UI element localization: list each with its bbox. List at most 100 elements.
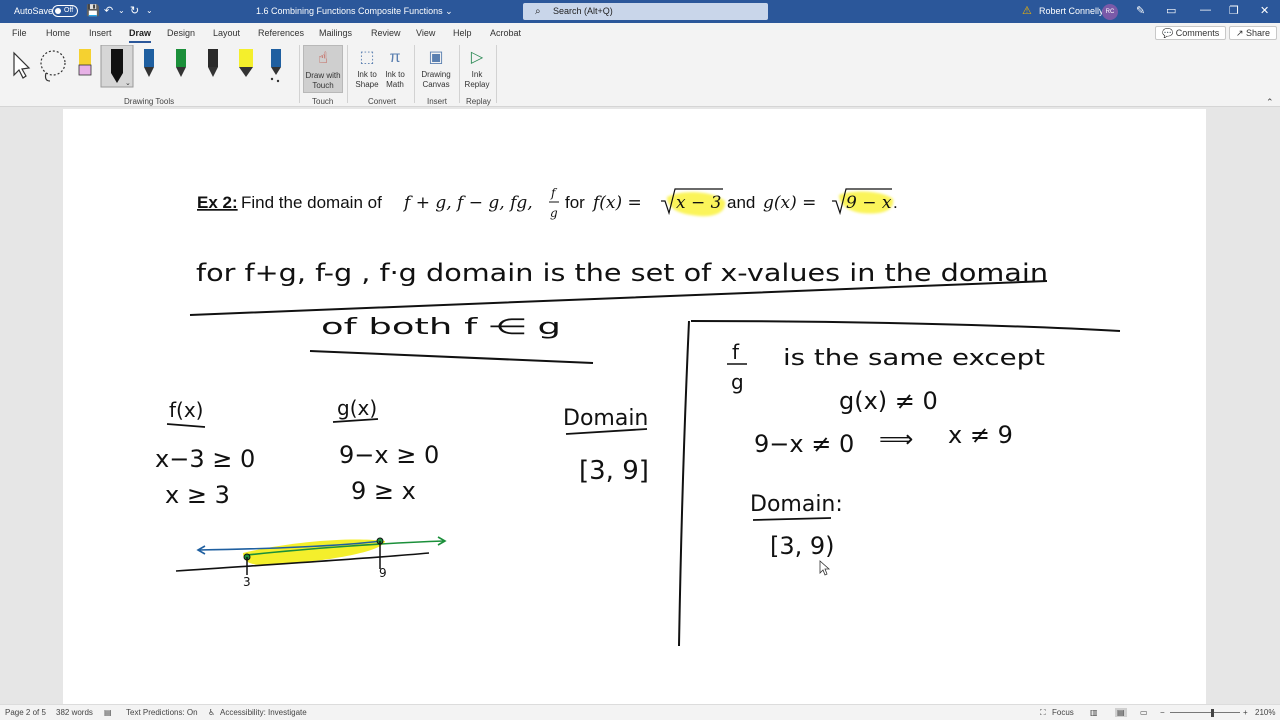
operations-list: f + g, f − g, fg, — [402, 193, 533, 213]
group-convert: Convert — [368, 97, 397, 106]
autosave-label: AutoSave — [14, 6, 54, 16]
undo-dropdown-icon[interactable]: ⌄ — [118, 6, 125, 15]
handwriting-line-1: for f+g, f-g , f·g domain is the set of … — [196, 259, 1048, 287]
web-layout-icon[interactable]: ▭ — [1140, 708, 1148, 717]
proofing-icon[interactable]: ▤ — [104, 708, 112, 717]
ink-replay-button[interactable]: ▷ Ink Replay — [461, 45, 493, 90]
select-icon — [13, 51, 31, 79]
g-radicand: 9 − x — [846, 193, 892, 213]
number-line-tick-9: 9 — [379, 566, 387, 580]
share-button[interactable]: ↗ Share — [1229, 26, 1278, 40]
focus-mode[interactable]: Focus — [1052, 708, 1074, 717]
and-word: and — [727, 193, 755, 212]
tab-draw[interactable]: Draw — [129, 28, 152, 43]
example-label: Ex 2: — [197, 193, 238, 212]
gx-label: g(x) — [337, 396, 377, 420]
canvas-icon: ▣ — [428, 49, 444, 66]
print-layout-icon[interactable]: ▤ — [1115, 708, 1127, 717]
tab-references[interactable]: References — [258, 28, 304, 38]
group-touch: Touch — [312, 97, 334, 106]
separator — [347, 45, 348, 103]
eraser-pen-icon — [78, 49, 92, 76]
drawing-canvas-button[interactable]: ▣ Drawing Canvas — [416, 45, 456, 90]
autosave-toggle[interactable]: Off — [52, 5, 78, 17]
action-pen-icon — [270, 49, 281, 83]
accessibility-icon[interactable]: ♿ — [208, 708, 215, 717]
quotient-numerator: f — [550, 186, 558, 200]
focus-icon[interactable]: ⛶ — [1040, 708, 1046, 718]
status-bar: Page 2 of 5 382 words ▤ Text Predictions… — [0, 704, 1280, 720]
top-divider — [690, 320, 1121, 332]
drawing-tools-gallery[interactable]: ⌄ — [6, 45, 306, 89]
comments-button[interactable]: 💬 Comments — [1155, 26, 1227, 40]
document-title[interactable]: 1.6 Combining Functions Composite Functi… — [256, 6, 453, 17]
domain2-value: [3, 9) — [770, 532, 835, 560]
user-name[interactable]: Robert Connelly — [1039, 6, 1104, 16]
document-page[interactable]: Ex 2: Find the domain of f + g, f − g, f… — [63, 109, 1206, 704]
fg-numerator: f — [732, 340, 740, 364]
page-count[interactable]: Page 2 of 5 — [5, 708, 46, 717]
fx-inequality-2: x ≥ 3 — [165, 481, 230, 509]
tab-mailings[interactable]: Mailings — [319, 28, 352, 38]
fx-label: f(x) — [169, 398, 203, 422]
underline-2 — [309, 350, 594, 364]
same-except-text: is the same except — [783, 346, 1045, 371]
separator — [496, 45, 497, 103]
replay-icon: ▷ — [470, 49, 484, 66]
undo-icon[interactable]: ↶ — [104, 4, 113, 17]
minimize-icon[interactable]: — — [1200, 4, 1211, 16]
ribbon-tabs: File Home Insert Draw Design Layout Refe… — [0, 23, 1280, 43]
search-icon: ⌕ — [535, 6, 541, 17]
redo-icon[interactable]: ↻ — [130, 4, 139, 17]
text-predictions[interactable]: Text Predictions: On — [126, 708, 198, 717]
group-insert: Insert — [427, 97, 448, 106]
zoom-slider-thumb[interactable] — [1211, 709, 1214, 717]
read-mode-icon[interactable]: ▥ — [1090, 708, 1098, 717]
zoom-level[interactable]: 210% — [1255, 708, 1275, 717]
fx-inequality-1: x−3 ≥ 0 — [155, 445, 255, 473]
zoom-slider[interactable] — [1170, 712, 1240, 713]
avatar[interactable]: RC — [1102, 4, 1118, 20]
f-radicand: x − 3 — [676, 193, 721, 213]
highlighter-icon — [239, 49, 253, 77]
fg-denominator: g — [731, 370, 744, 394]
separator — [414, 45, 415, 103]
tab-file[interactable]: File — [12, 28, 27, 38]
customize-qat-icon[interactable]: ⌄ — [146, 6, 153, 15]
ink-to-math-button[interactable]: π Ink to Math — [378, 45, 412, 90]
warning-icon[interactable]: ⚠ — [1022, 4, 1032, 17]
domain-value: [3, 9] — [579, 456, 649, 486]
restore-icon[interactable]: ❐ — [1229, 4, 1239, 17]
zoom-in-icon[interactable]: + — [1243, 708, 1248, 717]
save-icon[interactable]: 💾 — [86, 4, 100, 17]
draw-with-touch-button[interactable]: ☝ Draw with Touch — [303, 45, 343, 93]
tab-help[interactable]: Help — [453, 28, 472, 38]
tab-layout[interactable]: Layout — [213, 28, 240, 38]
gx-inequality-2: 9 ≥ x — [351, 477, 416, 505]
tab-review[interactable]: Review — [371, 28, 401, 38]
close-icon[interactable]: ✕ — [1260, 4, 1269, 17]
tab-view[interactable]: View — [416, 28, 435, 38]
tab-insert[interactable]: Insert — [89, 28, 112, 38]
collapse-ribbon-icon[interactable]: ⌃ — [1266, 97, 1274, 108]
green-pen-icon — [176, 49, 186, 77]
math-icon: π — [389, 49, 401, 66]
word-count[interactable]: 382 words — [56, 708, 93, 717]
tab-design[interactable]: Design — [167, 28, 195, 38]
tab-acrobat[interactable]: Acrobat — [490, 28, 521, 38]
zoom-out-icon[interactable]: − — [1160, 708, 1165, 717]
search-box[interactable]: ⌕ Search (Alt+Q) — [523, 3, 768, 20]
for-word: for — [565, 193, 585, 212]
svg-text:⌄: ⌄ — [125, 80, 131, 87]
separator — [299, 45, 300, 103]
tab-home[interactable]: Home — [46, 28, 70, 38]
gx-inequality-1: 9−x ≥ 0 — [339, 441, 439, 469]
touch-icon: ☝ — [318, 50, 328, 67]
group-drawing-tools: Drawing Tools — [124, 97, 175, 106]
nine-minus-x-not-zero: 9−x ≠ 0 — [754, 430, 854, 458]
pen-icon[interactable]: ✎ — [1136, 4, 1145, 17]
period: . — [893, 193, 898, 212]
accessibility-status[interactable]: Accessibility: Investigate — [220, 708, 307, 717]
ribbon-display-icon[interactable]: ▭ — [1166, 4, 1176, 17]
f-definition-lhs: f(x) = — [591, 193, 642, 213]
